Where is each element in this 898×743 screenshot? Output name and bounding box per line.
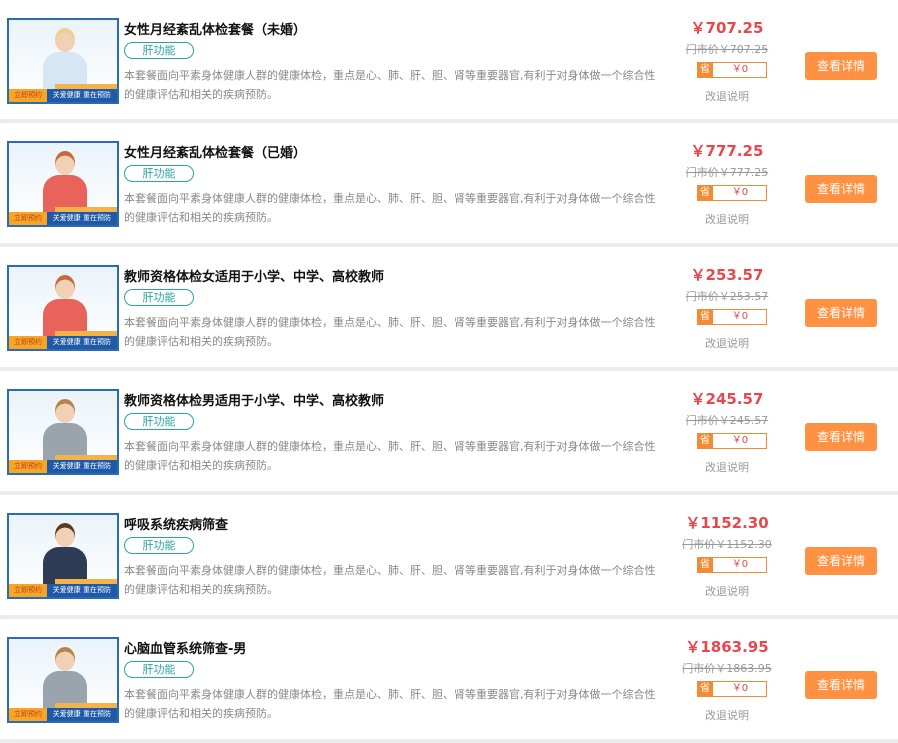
- market-price: 门市价￥777.25: [685, 166, 769, 179]
- package-image[interactable]: 关爱健康 重在预防 立即预约: [7, 389, 119, 475]
- view-details-button[interactable]: 查看详情: [805, 547, 877, 575]
- package-title[interactable]: 教师资格体检女适用于小学、中学、高校教师: [124, 266, 384, 285]
- discount-value: ￥0: [731, 559, 749, 570]
- package-description: 本套餐面向平素身体健康人群的健康体检，重点是心、肺、肝、胆、肾等重要器官,有利于…: [124, 192, 656, 224]
- refund-policy-link[interactable]: 改退说明: [662, 707, 792, 723]
- feature-tag: 肝功能: [124, 42, 194, 59]
- package-image[interactable]: 关爱健康 重在预防 立即预约: [7, 141, 119, 227]
- package-description: 本套餐面向平素身体健康人群的健康体检，重点是心、肺、肝、胆、肾等重要器官,有利于…: [124, 688, 656, 720]
- refund-policy-link[interactable]: 改退说明: [662, 335, 792, 351]
- discount-value: ￥0: [731, 435, 749, 446]
- view-details-button[interactable]: 查看详情: [805, 299, 877, 327]
- discount-box: 省 ￥0: [697, 433, 767, 449]
- discount-value: ￥0: [731, 187, 749, 198]
- package-title[interactable]: 心脑血管系统筛查-男: [124, 638, 246, 657]
- save-badge: 省: [697, 309, 713, 325]
- feature-tag: 肝功能: [124, 537, 194, 554]
- view-details-button[interactable]: 查看详情: [805, 52, 877, 80]
- package-price: ￥707.25: [690, 19, 764, 37]
- feature-tag: 肝功能: [124, 165, 194, 182]
- package-title[interactable]: 呼吸系统疾病筛查: [124, 514, 228, 533]
- package-item: 关爱健康 重在预防 立即预约 心脑血管系统筛查-男 肝功能 本套餐面向平素身体健…: [0, 619, 898, 743]
- package-description: 本套餐面向平素身体健康人群的健康体检，重点是心、肺、肝、胆、肾等重要器官,有利于…: [124, 316, 656, 348]
- discount-box: 省 ￥0: [697, 309, 767, 325]
- refund-policy-link[interactable]: 改退说明: [662, 459, 792, 475]
- package-item: 关爱健康 重在预防 立即预约 呼吸系统疾病筛查 肝功能 本套餐面向平素身体健康人…: [0, 495, 898, 619]
- view-details-button[interactable]: 查看详情: [805, 423, 877, 451]
- book-now-ribbon: 立即预约: [9, 460, 47, 473]
- person-head: [55, 275, 75, 299]
- refund-policy-link[interactable]: 改退说明: [662, 583, 792, 599]
- package-item: 关爱健康 重在预防 立即预约 女性月经紊乱体检套餐（未婚） 肝功能 本套餐面向平…: [0, 0, 898, 123]
- package-price: ￥777.25: [690, 142, 764, 160]
- package-description: 本套餐面向平素身体健康人群的健康体检，重点是心、肺、肝、胆、肾等重要器官,有利于…: [124, 69, 656, 101]
- book-now-ribbon: 立即预约: [9, 89, 47, 102]
- feature-tag: 肝功能: [124, 413, 194, 430]
- package-image[interactable]: 关爱健康 重在预防 立即预约: [7, 18, 119, 104]
- package-title[interactable]: 教师资格体检男适用于小学、中学、高校教师: [124, 390, 384, 409]
- package-description: 本套餐面向平素身体健康人群的健康体检，重点是心、肺、肝、胆、肾等重要器官,有利于…: [124, 564, 656, 596]
- market-price: 门市价￥707.25: [685, 43, 769, 56]
- market-price: 门市价￥253.57: [685, 290, 769, 303]
- feature-tag: 肝功能: [124, 661, 194, 678]
- person-head: [55, 399, 75, 423]
- book-now-ribbon: 立即预约: [9, 212, 47, 225]
- person-head: [55, 151, 75, 175]
- discount-box: 省 ￥0: [697, 185, 767, 201]
- package-price: ￥1152.30: [685, 514, 769, 532]
- save-badge: 省: [697, 185, 713, 201]
- view-details-button[interactable]: 查看详情: [805, 175, 877, 203]
- market-price: 门市价￥245.57: [685, 414, 769, 427]
- book-now-ribbon: 立即预约: [9, 708, 47, 721]
- book-now-ribbon: 立即预约: [9, 336, 47, 349]
- package-image[interactable]: 关爱健康 重在预防 立即预约: [7, 513, 119, 599]
- refund-policy-link[interactable]: 改退说明: [662, 211, 792, 227]
- book-now-ribbon: 立即预约: [9, 584, 47, 597]
- person-head: [55, 523, 75, 547]
- package-description: 本套餐面向平素身体健康人群的健康体检，重点是心、肺、肝、胆、肾等重要器官,有利于…: [124, 440, 656, 472]
- market-price: 门市价￥1152.30: [682, 538, 772, 551]
- person-head: [55, 28, 75, 52]
- discount-box: 省 ￥0: [697, 557, 767, 573]
- refund-policy-link[interactable]: 改退说明: [662, 88, 792, 104]
- discount-box: 省 ￥0: [697, 681, 767, 697]
- save-badge: 省: [697, 62, 713, 78]
- discount-value: ￥0: [731, 64, 749, 75]
- save-badge: 省: [697, 433, 713, 449]
- discount-value: ￥0: [731, 683, 749, 694]
- market-price: 门市价￥1863.95: [682, 662, 772, 675]
- package-item: 关爱健康 重在预防 立即预约 女性月经紊乱体检套餐（已婚） 肝功能 本套餐面向平…: [0, 123, 898, 247]
- save-badge: 省: [697, 557, 713, 573]
- package-price: ￥245.57: [690, 390, 764, 408]
- package-title[interactable]: 女性月经紊乱体检套餐（未婚）: [124, 19, 306, 38]
- package-price: ￥253.57: [690, 266, 764, 284]
- package-price: ￥1863.95: [685, 638, 769, 656]
- package-image[interactable]: 关爱健康 重在预防 立即预约: [7, 637, 119, 723]
- package-title[interactable]: 女性月经紊乱体检套餐（已婚）: [124, 142, 306, 161]
- view-details-button[interactable]: 查看详情: [805, 671, 877, 699]
- package-image[interactable]: 关爱健康 重在预防 立即预约: [7, 265, 119, 351]
- feature-tag: 肝功能: [124, 289, 194, 306]
- package-item: 关爱健康 重在预防 立即预约 教师资格体检男适用于小学、中学、高校教师 肝功能 …: [0, 371, 898, 495]
- package-list: 关爱健康 重在预防 立即预约 女性月经紊乱体检套餐（未婚） 肝功能 本套餐面向平…: [0, 0, 898, 743]
- person-head: [55, 647, 75, 671]
- package-item: 关爱健康 重在预防 立即预约 教师资格体检女适用于小学、中学、高校教师 肝功能 …: [0, 247, 898, 371]
- save-badge: 省: [697, 681, 713, 697]
- discount-box: 省 ￥0: [697, 62, 767, 78]
- discount-value: ￥0: [731, 311, 749, 322]
